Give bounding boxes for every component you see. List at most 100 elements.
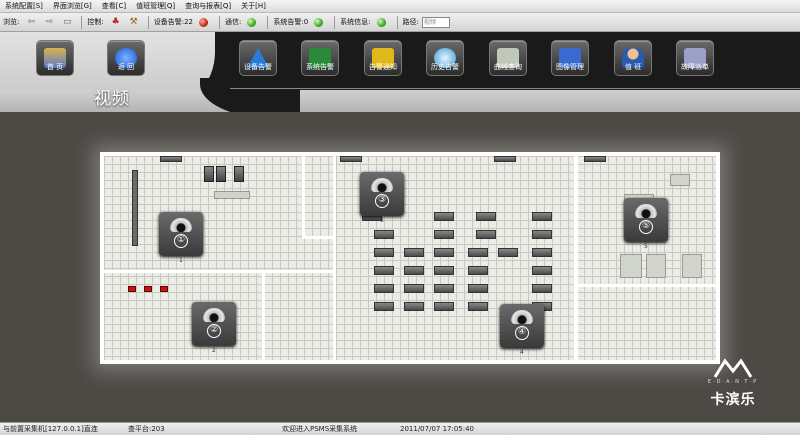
camera-2[interactable]: ② — [192, 302, 236, 346]
desk — [374, 266, 394, 275]
logo-subtext: E·D·A·N·T·P — [707, 379, 759, 385]
back-button[interactable]: 返 回 — [106, 40, 146, 76]
desk — [374, 302, 394, 311]
alarm-notice-label: 告警通知 — [369, 63, 397, 71]
system-info-led-icon[interactable] — [376, 17, 386, 27]
wall — [578, 284, 716, 287]
cabinet — [160, 156, 182, 162]
desk — [434, 284, 454, 293]
equipment-box — [670, 174, 690, 186]
menu-system-config[interactable]: 系统配置[S] — [0, 0, 48, 13]
camera-5[interactable]: ⑤ — [624, 198, 668, 242]
system-alarm-button[interactable]: 系统告警 — [300, 40, 340, 76]
main-area: ① 1 ② 2 ③ 3 ④ 4 ⑤ 5 — [0, 112, 800, 422]
system-alarm-count: 系统告警:0 — [273, 18, 309, 26]
browse-label: 浏览: — [3, 18, 20, 26]
device-alarm-led-icon[interactable] — [198, 17, 208, 27]
chair — [128, 286, 136, 292]
cabinet — [216, 166, 226, 182]
path-field[interactable]: 视频 — [421, 16, 450, 28]
camera-3[interactable]: ③ — [360, 172, 404, 216]
camera-number: ② — [207, 324, 221, 338]
desk — [404, 266, 424, 275]
dome-camera-icon — [371, 178, 393, 192]
equipment-box — [620, 254, 642, 278]
status-bar: 与前置采集机[127.0.0.1]直连 查平台:203 欢迎进入PSMS采集系统… — [0, 422, 800, 435]
control-tool-icon[interactable]: ⚒ — [128, 16, 140, 28]
desk — [374, 284, 394, 293]
back-label: 返 回 — [117, 63, 135, 71]
warning-icon: 设备告警 — [239, 40, 277, 76]
device-alarm-button[interactable]: 设备告警 — [238, 40, 278, 76]
duty-button[interactable]: 值 班 — [613, 40, 653, 76]
camera-label: 4 — [520, 349, 524, 356]
control-people-icon[interactable]: ♣ — [110, 16, 122, 28]
home-button[interactable]: 首 页 — [35, 40, 75, 76]
desk — [468, 248, 488, 257]
desk — [434, 230, 454, 239]
folder-icon[interactable]: ▭ — [61, 16, 73, 28]
shelf — [132, 170, 138, 246]
dome-camera-icon — [635, 204, 657, 218]
wall — [333, 156, 336, 360]
curve-query-button[interactable]: 曲线查询 — [488, 40, 528, 76]
camera-1[interactable]: ① — [159, 212, 203, 256]
desk — [434, 266, 454, 275]
fault-dispatch-button[interactable]: 故障派单 — [675, 40, 715, 76]
monitor-icon: 图像管理 — [551, 40, 589, 76]
dome-camera-icon — [203, 308, 225, 322]
toolbar-separator — [334, 15, 336, 29]
wall — [574, 156, 578, 360]
chair — [160, 286, 168, 292]
duty-label: 值 班 — [624, 63, 642, 71]
alarm-notice-button[interactable]: 告警通知 — [363, 40, 403, 76]
page-title: 视频 — [94, 89, 130, 109]
header: 首 页 返 回 设备告警 系统告警 告警通知 历史告警 曲线查询 图像管理 值 … — [0, 32, 800, 112]
path-label: 路径: — [402, 18, 419, 26]
device-alarm-label: 设备告警 — [244, 63, 272, 71]
cabinet — [340, 156, 362, 162]
desk — [532, 248, 552, 257]
desk — [404, 302, 424, 311]
cabinet — [584, 156, 606, 162]
comm-label: 通信: — [224, 18, 242, 26]
camera-number: ⑤ — [639, 220, 653, 234]
history-clock-icon: 历史告警 — [426, 40, 464, 76]
desk — [434, 302, 454, 311]
comm-led-icon[interactable] — [247, 17, 257, 27]
dome-camera-icon — [170, 218, 192, 232]
collector-status: 与前置采集机[127.0.0.1]直连 — [3, 425, 98, 433]
desk — [532, 284, 552, 293]
image-manage-button[interactable]: 图像管理 — [550, 40, 590, 76]
dome-camera-icon — [511, 310, 533, 324]
floor-plan: ① 1 ② 2 ③ 3 ④ 4 ⑤ 5 — [100, 152, 720, 364]
camera-4[interactable]: ④ — [500, 304, 544, 348]
forward-arrow-icon[interactable]: ⇨ — [43, 16, 55, 28]
desk — [532, 230, 552, 239]
wall — [262, 273, 265, 360]
camera-label: 1 — [179, 257, 183, 264]
desk — [434, 212, 454, 221]
history-alarm-label: 历史告警 — [431, 63, 459, 71]
toolbar: 浏览: ⇦ ⇨ ▭ 控制: ♣ ⚒ 设备告警:22 通信: 系统告警:0 系统信… — [0, 13, 800, 32]
menu-bar: 系统配置[S] 界面浏览[G] 查看[C] 值班管理[Q] 查询与报表[Q] 关… — [0, 0, 800, 13]
desk — [468, 284, 488, 293]
history-alarm-button[interactable]: 历史告警 — [425, 40, 465, 76]
menu-about[interactable]: 关于[H] — [236, 0, 271, 13]
logo-mark-icon — [713, 357, 753, 379]
camera-number: ④ — [515, 326, 529, 340]
camera-label: 2 — [212, 347, 216, 354]
camera-label: 3 — [380, 217, 384, 224]
wall — [302, 236, 336, 239]
home-icon: 首 页 — [36, 40, 74, 76]
camera-number: ③ — [375, 194, 389, 208]
menu-view[interactable]: 查看[C] — [97, 0, 131, 13]
desk — [468, 302, 488, 311]
system-alarm-led-icon[interactable] — [314, 17, 324, 27]
menu-view-browse[interactable]: 界面浏览[G] — [48, 0, 97, 13]
back-arrow-icon[interactable]: ⇦ — [25, 16, 37, 28]
menu-query-report[interactable]: 查询与报表[Q] — [180, 0, 236, 13]
camera-number: ① — [174, 234, 188, 248]
equipment-box — [646, 254, 666, 278]
menu-duty[interactable]: 值班管理[Q] — [131, 0, 180, 13]
